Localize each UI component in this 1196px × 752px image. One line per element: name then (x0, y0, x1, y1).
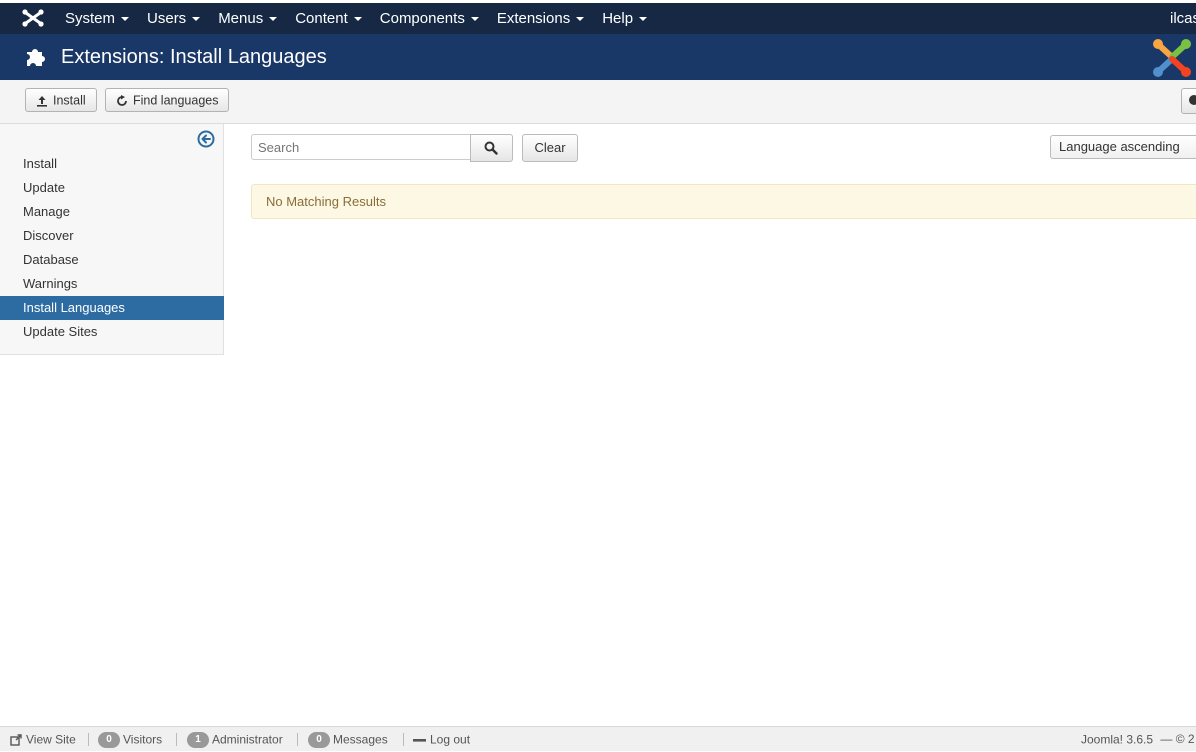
sidebar-item-warnings[interactable]: Warnings (0, 272, 224, 296)
top-navbar: System Users Menus Content Components Ex… (0, 3, 1196, 34)
page-header: Extensions: Install Languages (0, 34, 1196, 80)
menu-help[interactable]: Help (593, 3, 656, 34)
sidebar-item-update-sites[interactable]: Update Sites (0, 320, 224, 344)
menu-components[interactable]: Components (371, 3, 488, 34)
divider (403, 733, 404, 746)
view-site-link[interactable]: View Site (10, 727, 76, 751)
sidebar-item-manage[interactable]: Manage (0, 200, 224, 224)
administrator-indicator: 1 Administrator (187, 727, 283, 751)
clear-button[interactable]: Clear (522, 134, 578, 162)
caret-down-icon (470, 17, 479, 22)
menu-menus[interactable]: Menus (209, 3, 286, 34)
version-info: Joomla! 3.6.5 — © 2 (1081, 732, 1195, 747)
search-icon (484, 141, 498, 155)
find-languages-button[interactable]: Find languages (105, 88, 230, 112)
caret-down-icon (576, 17, 585, 22)
messages-badge: 0 (308, 731, 330, 748)
caret-down-icon (121, 17, 130, 22)
search-button[interactable] (470, 134, 513, 162)
options-button[interactable] (1181, 88, 1196, 114)
visitors-badge: 0 (98, 731, 120, 748)
visitors-indicator: 0 Visitors (98, 727, 162, 751)
collapse-sidebar-icon[interactable] (197, 130, 215, 148)
install-button[interactable]: Install (25, 88, 97, 112)
admin-badge: 1 (187, 731, 209, 748)
sidebar-item-update[interactable]: Update (0, 176, 224, 200)
caret-down-icon (192, 17, 201, 22)
toolbar: Install Find languages (0, 80, 1196, 124)
caret-down-icon (639, 17, 648, 22)
external-link-icon (10, 734, 22, 746)
divider (176, 733, 177, 746)
logout-link[interactable]: Log out (413, 727, 470, 751)
user-menu[interactable]: ilcas (1170, 3, 1196, 34)
sort-select[interactable]: Language ascending (1050, 135, 1196, 159)
status-bar: View Site 0 Visitors 1 Administrator 0 Mess… (0, 726, 1196, 751)
menu-system[interactable]: System (56, 3, 138, 34)
caret-down-icon (269, 17, 278, 22)
joomla-icon[interactable] (20, 7, 46, 29)
main-menu: System Users Menus Content Components Ex… (56, 3, 656, 34)
minus-icon (413, 738, 426, 742)
sidebar-item-install[interactable]: Install (0, 152, 224, 176)
caret-down-icon (353, 17, 362, 22)
messages-link[interactable]: 0 Messages (308, 727, 388, 751)
menu-content[interactable]: Content (286, 3, 371, 34)
menu-extensions[interactable]: Extensions (488, 3, 593, 34)
menu-users[interactable]: Users (138, 3, 209, 34)
joomla-logo (1153, 39, 1191, 77)
sidebar-item-discover[interactable]: Discover (0, 224, 224, 248)
no-results-alert: No Matching Results (251, 184, 1196, 219)
sidebar: Install Update Manage Discover Database … (0, 124, 224, 355)
sidebar-item-database[interactable]: Database (0, 248, 224, 272)
divider (88, 733, 89, 746)
page-title: Extensions: Install Languages (61, 46, 327, 68)
search-input[interactable] (251, 134, 470, 160)
puzzle-icon (27, 49, 45, 66)
gear-icon (1189, 95, 1196, 105)
sidebar-item-install-languages[interactable]: Install Languages (0, 296, 224, 320)
divider (297, 733, 298, 746)
upload-icon (37, 95, 47, 107)
refresh-icon (117, 94, 127, 106)
